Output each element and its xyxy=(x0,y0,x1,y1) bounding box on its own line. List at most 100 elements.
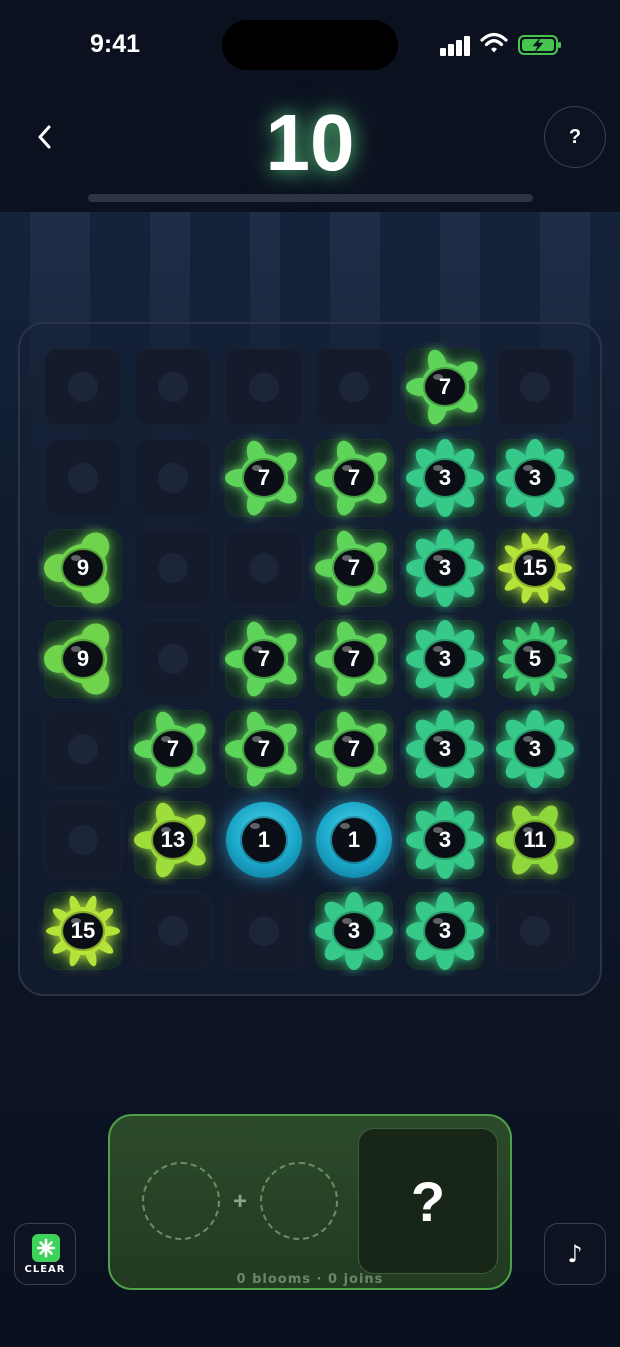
empty-cell[interactable] xyxy=(44,710,122,788)
bloom-value: 1 xyxy=(242,818,286,862)
bloom-value: 5 xyxy=(515,641,555,677)
bloom-cell[interactable]: 7 xyxy=(406,348,484,426)
bloom-value: 9 xyxy=(63,550,103,586)
empty-slot-dot xyxy=(68,463,98,493)
bloom-value: 3 xyxy=(515,731,555,767)
empty-slot-dot xyxy=(158,553,188,583)
bloom-cell[interactable]: 7 xyxy=(315,439,393,517)
empty-slot-dot xyxy=(158,372,188,402)
music-note-icon: ♪ xyxy=(567,1240,583,1268)
bloom-value: 7 xyxy=(244,731,284,767)
bloom-value: 7 xyxy=(244,460,284,496)
empty-cell[interactable] xyxy=(225,529,303,607)
empty-slot-dot xyxy=(520,916,550,946)
bloom-value: 15 xyxy=(63,913,103,949)
empty-cell[interactable] xyxy=(496,348,574,426)
empty-cell[interactable] xyxy=(134,439,212,517)
bloom-cell[interactable]: 7 xyxy=(315,620,393,698)
empty-cell[interactable] xyxy=(44,348,122,426)
empty-slot-dot xyxy=(339,372,369,402)
bloom-value: 1 xyxy=(332,818,376,862)
bloom-cell[interactable]: 3 xyxy=(406,892,484,970)
bloom-value: 13 xyxy=(153,822,193,858)
empty-slot-dot xyxy=(68,734,98,764)
bloom-cell[interactable]: 9 xyxy=(44,620,122,698)
bloom-cell[interactable]: 11 xyxy=(496,801,574,879)
bloom-cell[interactable]: 3 xyxy=(406,529,484,607)
seed-orb[interactable]: 1 xyxy=(225,801,303,879)
bloom-cell[interactable]: 7 xyxy=(225,710,303,788)
bloom-cell[interactable]: 9 xyxy=(44,529,122,607)
bloom-value: 7 xyxy=(334,641,374,677)
bloom-cell[interactable]: 15 xyxy=(496,529,574,607)
music-button[interactable]: ♪ xyxy=(544,1223,606,1285)
bloom-value: 3 xyxy=(425,460,465,496)
chevron-left-icon xyxy=(38,125,51,149)
combine-slot-1[interactable] xyxy=(142,1162,220,1240)
help-button[interactable]: ? xyxy=(544,106,606,168)
bloom-value: 3 xyxy=(515,460,555,496)
cellular-signal-icon xyxy=(440,34,472,56)
stats-text: 0 blooms · 0 joins xyxy=(236,1272,384,1287)
bloom-value: 9 xyxy=(63,641,103,677)
empty-slot-dot xyxy=(520,372,550,402)
battery-charging-icon xyxy=(518,35,561,55)
empty-slot-dot xyxy=(158,916,188,946)
empty-cell[interactable] xyxy=(134,348,212,426)
bloom-value: 7 xyxy=(334,460,374,496)
back-button[interactable] xyxy=(20,112,70,162)
bloom-cell[interactable]: 3 xyxy=(406,439,484,517)
bloom-cell[interactable]: 3 xyxy=(406,801,484,879)
bloom-cell[interactable]: 3 xyxy=(406,710,484,788)
empty-slot-dot xyxy=(68,825,98,855)
clear-button[interactable]: CLEAR xyxy=(14,1223,76,1285)
empty-cell[interactable] xyxy=(496,892,574,970)
bloom-cell[interactable]: 13 xyxy=(134,801,212,879)
bloom-cell[interactable]: 5 xyxy=(496,620,574,698)
empty-cell[interactable] xyxy=(134,529,212,607)
bloom-value: 3 xyxy=(425,913,465,949)
empty-slot-dot xyxy=(158,644,188,674)
bloom-cell[interactable]: 7 xyxy=(225,439,303,517)
empty-slot-dot xyxy=(68,372,98,402)
bloom-cell[interactable]: 7 xyxy=(134,710,212,788)
bloom-cell[interactable]: 7 xyxy=(225,620,303,698)
bloom-cell[interactable]: 3 xyxy=(496,710,574,788)
empty-cell[interactable] xyxy=(315,348,393,426)
bloom-value: 11 xyxy=(515,822,555,858)
bloom-cell[interactable]: 3 xyxy=(315,892,393,970)
bloom-value: 7 xyxy=(244,641,284,677)
progress-track xyxy=(88,194,533,202)
empty-cell[interactable] xyxy=(225,348,303,426)
bloom-value: 7 xyxy=(334,550,374,586)
empty-cell[interactable] xyxy=(134,620,212,698)
bloom-cell[interactable]: 7 xyxy=(315,529,393,607)
empty-cell[interactable] xyxy=(134,892,212,970)
bloom-value: 7 xyxy=(425,369,465,405)
bloom-cell[interactable]: 7 xyxy=(315,710,393,788)
empty-slot-dot xyxy=(158,463,188,493)
bloom-value: 7 xyxy=(153,731,193,767)
bloom-value: 3 xyxy=(425,822,465,858)
bloom-value: 15 xyxy=(515,550,555,586)
bloom-value: 3 xyxy=(334,913,374,949)
bloom-cell[interactable]: 3 xyxy=(406,620,484,698)
bloom-cell[interactable]: 15 xyxy=(44,892,122,970)
bloom-value: 3 xyxy=(425,550,465,586)
dynamic-island xyxy=(222,20,398,70)
combine-slot-2[interactable] xyxy=(260,1162,338,1240)
empty-slot-dot xyxy=(249,553,279,583)
empty-slot-dot xyxy=(249,916,279,946)
plus-sign: + xyxy=(232,1188,247,1215)
sparkle-icon xyxy=(32,1234,60,1262)
empty-cell[interactable] xyxy=(44,801,122,879)
bloom-value: 3 xyxy=(425,641,465,677)
empty-cell[interactable] xyxy=(225,892,303,970)
empty-cell[interactable] xyxy=(44,439,122,517)
wifi-icon xyxy=(480,32,508,53)
seed-orb[interactable]: 1 xyxy=(315,801,393,879)
empty-slot-dot xyxy=(249,372,279,402)
status-time: 9:41 xyxy=(90,30,141,58)
bloom-cell[interactable]: 3 xyxy=(496,439,574,517)
target-number: 10 xyxy=(265,98,355,187)
